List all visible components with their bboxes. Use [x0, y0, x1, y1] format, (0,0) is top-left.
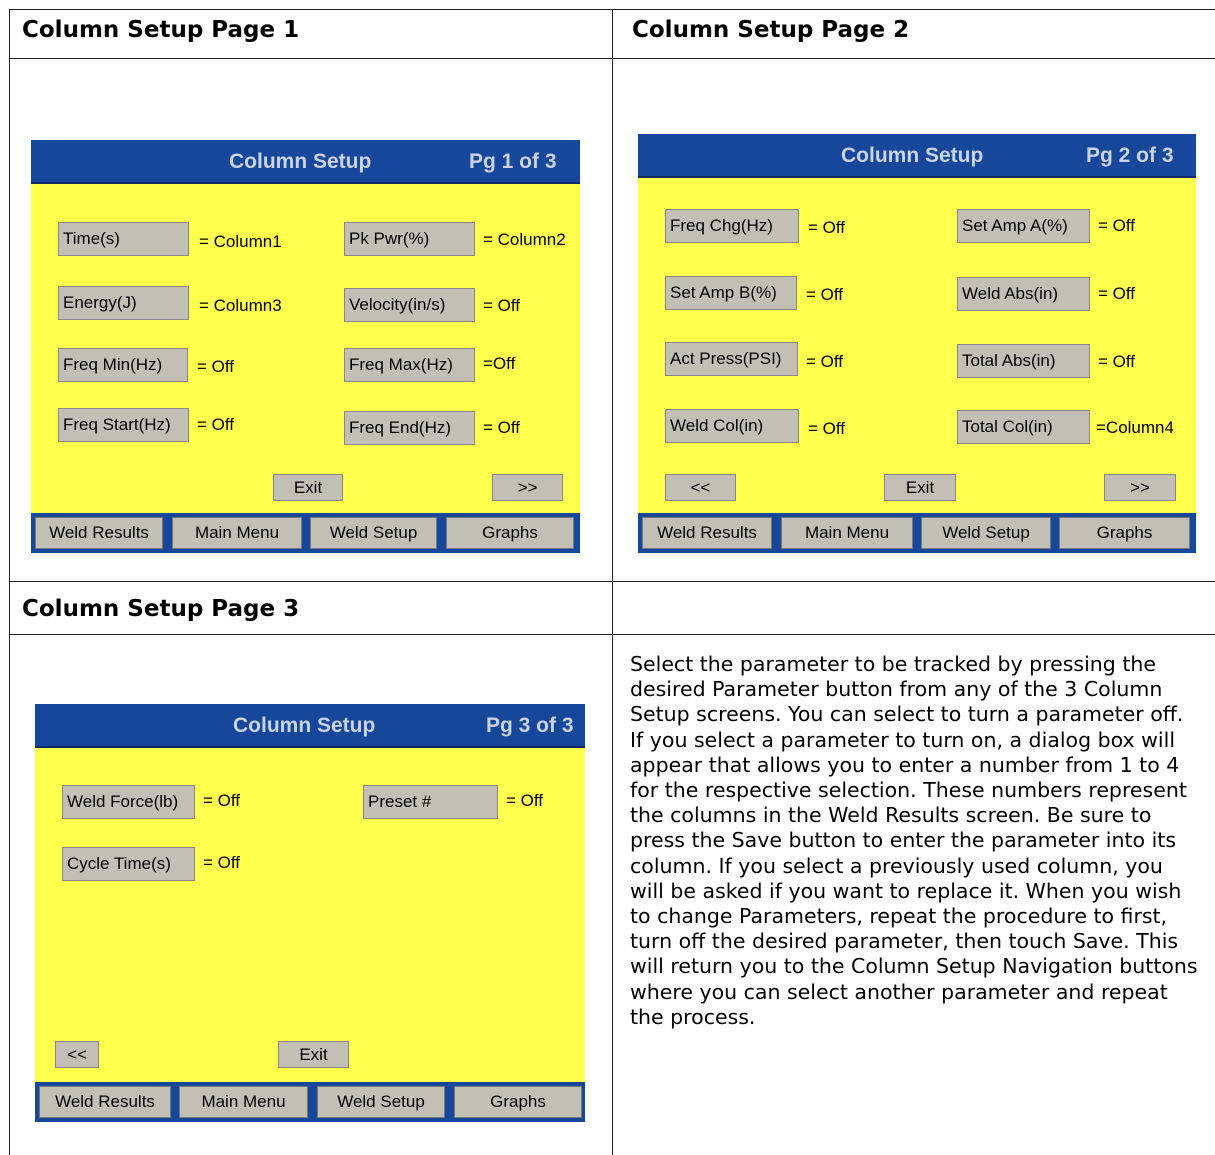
param-value-act-press: = Off [806, 352, 844, 371]
table-row-line-1 [9, 58, 1215, 59]
param-value-weld-force: = Off [203, 791, 241, 810]
nav-weld-results[interactable]: Weld Results [35, 517, 163, 549]
param-button-pk-pwr[interactable]: Pk Pwr(%) [344, 222, 475, 256]
param-value-freq-end: = Off [483, 418, 521, 437]
prev-page-button[interactable]: << [665, 474, 736, 501]
param-value-pk-pwr: = Column2 [483, 230, 566, 249]
exit-button[interactable]: Exit [273, 474, 343, 501]
nav-weld-setup[interactable]: Weld Setup [310, 517, 437, 549]
param-value-total-col: =Column4 [1096, 418, 1174, 437]
title-bar: Column Setup Pg 2 of 3 [638, 134, 1196, 178]
param-button-freq-min[interactable]: Freq Min(Hz) [58, 348, 188, 382]
bottom-nav: Weld Results Main Menu Weld Setup Graphs [31, 513, 580, 553]
param-button-freq-end[interactable]: Freq End(Hz) [344, 411, 475, 445]
param-value-weld-col: = Off [808, 419, 846, 438]
param-button-cycle-time[interactable]: Cycle Time(s) [62, 847, 195, 881]
param-button-freq-chg[interactable]: Freq Chg(Hz) [665, 209, 799, 243]
table-row-line-2 [9, 581, 1215, 582]
column-setup-screen-2: Column Setup Pg 2 of 3 Freq Chg(Hz) = Of… [638, 134, 1196, 553]
bottom-nav: Weld Results Main Menu Weld Setup Graphs [35, 1082, 585, 1122]
param-value-cycle-time: = Off [203, 853, 241, 872]
param-button-set-amp-a[interactable]: Set Amp A(%) [957, 209, 1090, 243]
screen-title: Column Setup [233, 714, 376, 737]
page-indicator: Pg 1 of 3 [469, 150, 557, 173]
page-indicator: Pg 2 of 3 [1086, 144, 1174, 167]
column-setup-screen-1: Column Setup Pg 1 of 3 Time(s) = Column1… [31, 140, 580, 553]
param-value-total-abs: = Off [1098, 352, 1136, 371]
nav-weld-results[interactable]: Weld Results [39, 1086, 171, 1118]
header-page-3: Column Setup Page 3 [22, 596, 300, 622]
screen-title: Column Setup [229, 150, 372, 173]
param-button-total-col[interactable]: Total Col(in) [957, 410, 1090, 444]
param-value-energy: = Column3 [199, 296, 282, 315]
nav-graphs[interactable]: Graphs [446, 517, 574, 549]
next-page-button[interactable]: >> [1104, 474, 1176, 501]
table-divider-vertical [612, 9, 613, 1155]
exit-button[interactable]: Exit [884, 474, 956, 501]
param-value-freq-max: =Off [483, 354, 516, 373]
param-button-set-amp-b[interactable]: Set Amp B(%) [665, 276, 797, 310]
param-button-weld-col[interactable]: Weld Col(in) [665, 409, 799, 443]
nav-graphs[interactable]: Graphs [1059, 517, 1190, 549]
nav-weld-setup[interactable]: Weld Setup [317, 1086, 445, 1118]
screen-title: Column Setup [841, 144, 984, 167]
param-button-freq-start[interactable]: Freq Start(Hz) [58, 408, 189, 442]
nav-main-menu[interactable]: Main Menu [781, 517, 913, 549]
param-button-total-abs[interactable]: Total Abs(in) [957, 344, 1090, 378]
title-bar: Column Setup Pg 3 of 3 [35, 704, 585, 748]
param-button-weld-force[interactable]: Weld Force(lb) [62, 785, 195, 819]
nav-graphs[interactable]: Graphs [454, 1086, 582, 1118]
param-button-act-press[interactable]: Act Press(PSI) [665, 342, 798, 376]
page-indicator: Pg 3 of 3 [486, 714, 574, 737]
param-button-energy[interactable]: Energy(J) [58, 286, 189, 320]
param-button-time[interactable]: Time(s) [58, 222, 189, 256]
prev-page-button[interactable]: << [55, 1041, 99, 1068]
param-value-freq-min: = Off [197, 357, 235, 376]
column-setup-screen-3: Column Setup Pg 3 of 3 Weld Force(lb) = … [35, 704, 585, 1122]
nav-main-menu[interactable]: Main Menu [179, 1086, 308, 1118]
table-border-left [9, 9, 10, 1155]
description-text: Select the parameter to be tracked by pr… [630, 652, 1198, 1029]
param-button-preset[interactable]: Preset # [363, 785, 498, 819]
title-bar: Column Setup Pg 1 of 3 [31, 140, 580, 184]
nav-weld-setup[interactable]: Weld Setup [921, 517, 1051, 549]
param-value-freq-start: = Off [197, 415, 235, 434]
param-value-velocity: = Off [483, 296, 521, 315]
nav-main-menu[interactable]: Main Menu [172, 517, 302, 549]
param-value-freq-chg: = Off [808, 218, 846, 237]
param-value-preset: = Off [506, 791, 544, 810]
header-page-1: Column Setup Page 1 [22, 17, 300, 43]
exit-button[interactable]: Exit [278, 1041, 349, 1068]
nav-weld-results[interactable]: Weld Results [642, 517, 772, 549]
param-value-set-amp-a: = Off [1098, 216, 1136, 235]
param-button-weld-abs[interactable]: Weld Abs(in) [957, 277, 1090, 311]
param-button-velocity[interactable]: Velocity(in/s) [344, 288, 475, 322]
param-value-set-amp-b: = Off [806, 285, 844, 304]
param-value-weld-abs: = Off [1098, 284, 1136, 303]
param-value-time: = Column1 [199, 232, 282, 251]
table-row-line-3 [9, 634, 1215, 635]
param-button-freq-max[interactable]: Freq Max(Hz) [344, 348, 475, 382]
next-page-button[interactable]: >> [492, 474, 563, 501]
bottom-nav: Weld Results Main Menu Weld Setup Graphs [638, 513, 1196, 553]
header-page-2: Column Setup Page 2 [632, 17, 910, 43]
